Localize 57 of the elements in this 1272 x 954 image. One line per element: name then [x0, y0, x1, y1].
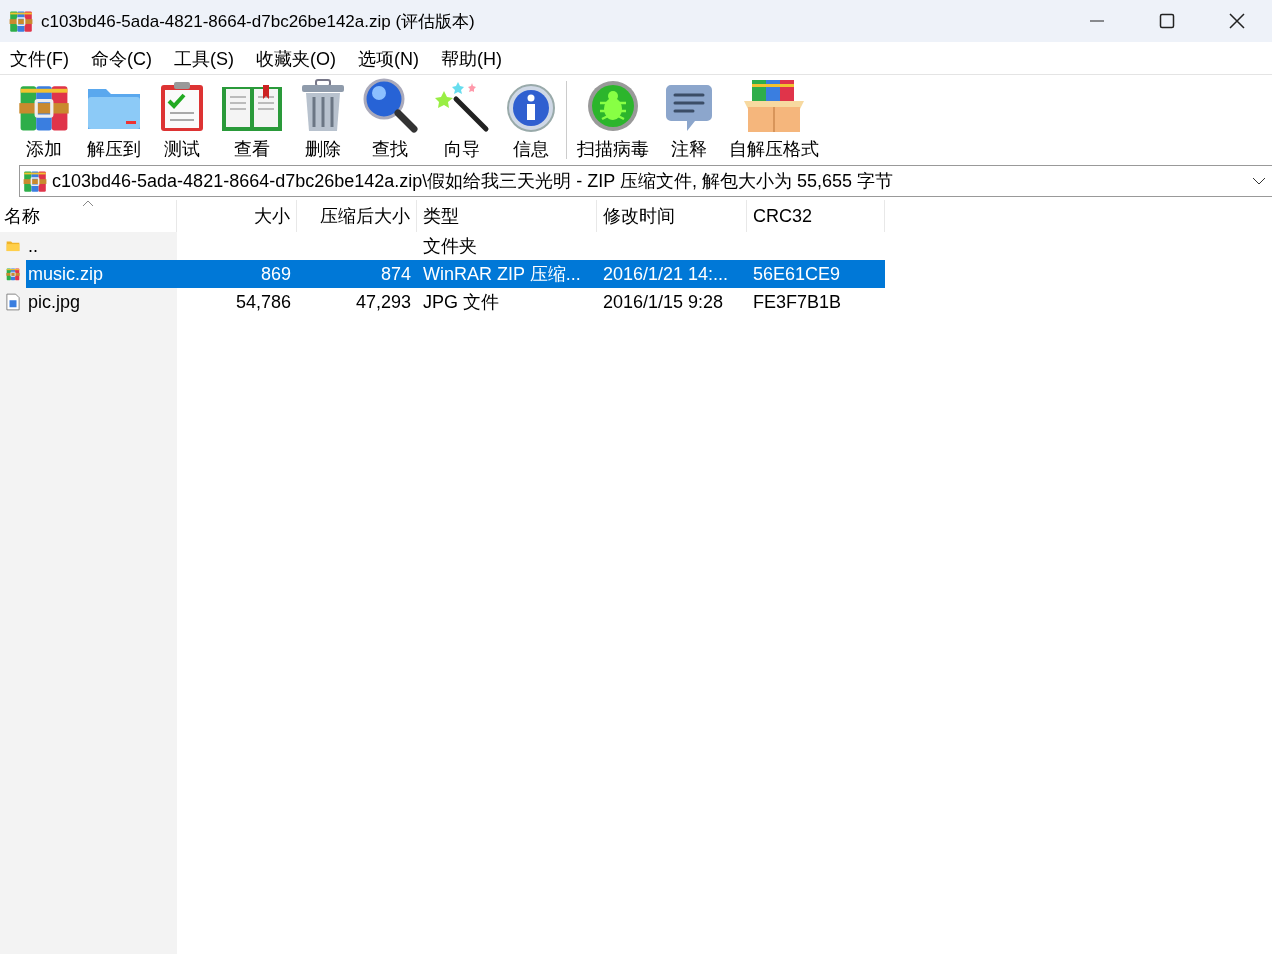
file-name: music.zip	[27, 263, 104, 285]
toolbar-button[interactable]: 测试	[150, 75, 213, 165]
menu-item[interactable]: 收藏夹(O)	[246, 47, 346, 71]
minimize-icon	[1089, 20, 1105, 22]
file-row[interactable]: .. 文件夹	[0, 232, 885, 260]
trash-can-icon	[299, 79, 346, 133]
toolbar-button[interactable]: 信息	[498, 75, 564, 165]
menu-item[interactable]: 帮助(H)	[431, 47, 512, 71]
open-book-icon	[221, 83, 283, 133]
file-type: JPG 文件	[422, 291, 500, 314]
column-header[interactable]: 名称	[0, 200, 177, 232]
packed-size: 874	[379, 263, 412, 285]
column-header[interactable]: 大小	[177, 200, 297, 232]
packed-size: 47,293	[354, 291, 412, 313]
crc-value: FE3F7B1B	[752, 291, 843, 313]
crc-value: 56E61CE9	[752, 263, 842, 285]
speech-bubble-icon	[665, 83, 713, 133]
magic-wand-icon	[434, 81, 490, 133]
toolbar-button[interactable]: 解压到	[78, 75, 150, 165]
info-icon	[506, 83, 556, 133]
file-size: 869	[259, 263, 292, 285]
file-type: 文件夹	[422, 235, 478, 258]
column-header[interactable]: 压缩后大小	[297, 200, 417, 232]
box-with-books-icon	[742, 79, 806, 133]
toolbar-button[interactable]: 扫描病毒	[569, 75, 657, 165]
toolbar-button[interactable]: 添加	[10, 75, 78, 165]
toolbar-button[interactable]: 查看	[213, 75, 291, 165]
column-header[interactable]: 类型	[417, 200, 597, 232]
toolbar-button[interactable]: 向导	[426, 75, 498, 165]
menu-item[interactable]: 文件(F)	[0, 47, 79, 71]
menu-item[interactable]: 工具(S)	[164, 47, 244, 71]
archive-books-icon	[23, 169, 47, 193]
file-name: pic.jpg	[27, 291, 82, 313]
file-size: 54,786	[234, 291, 292, 313]
path-dropdown[interactable]: c103bd46-5ada-4821-8664-d7bc26be142a.zip\假如给我三天光明 - ZIP 压缩文件, 解包大小为 55,655 字节	[19, 165, 1272, 197]
chevron-down-icon	[1252, 177, 1266, 185]
close-icon	[1229, 13, 1245, 29]
window-title: c103bd46-5ada-4821-8664-d7bc26be142a.zip (评估版本)	[41, 10, 476, 33]
column-header[interactable]: CRC32	[747, 200, 885, 232]
search-icon	[362, 77, 418, 133]
toolbar-button[interactable]: 查找	[354, 75, 426, 165]
maximize-icon	[1159, 13, 1175, 29]
column-header[interactable]: 修改时间	[597, 200, 747, 232]
modified-time: 2016/1/21 14:...	[602, 263, 730, 285]
checklist-icon	[159, 81, 204, 133]
image-file-icon	[6, 292, 20, 312]
bug-scan-icon	[586, 79, 640, 133]
file-type: WinRAR ZIP 压缩...	[422, 263, 582, 286]
toolbar-button[interactable]: 删除	[291, 75, 354, 165]
toolbar-button[interactable]: 注释	[657, 75, 721, 165]
menu-item[interactable]: 命令(C)	[81, 47, 162, 71]
app-icon	[9, 9, 33, 33]
toolbar-button[interactable]: 自解压格式	[721, 75, 827, 165]
modified-time: 2016/1/15 9:28	[602, 291, 725, 313]
menu-item[interactable]: 选项(N)	[348, 47, 429, 71]
file-name: ..	[27, 235, 39, 257]
file-row[interactable]: pic.jpg 54,786 47,293 JPG 文件 2016/1/15 9:28 FE3F7B1B	[0, 288, 885, 316]
